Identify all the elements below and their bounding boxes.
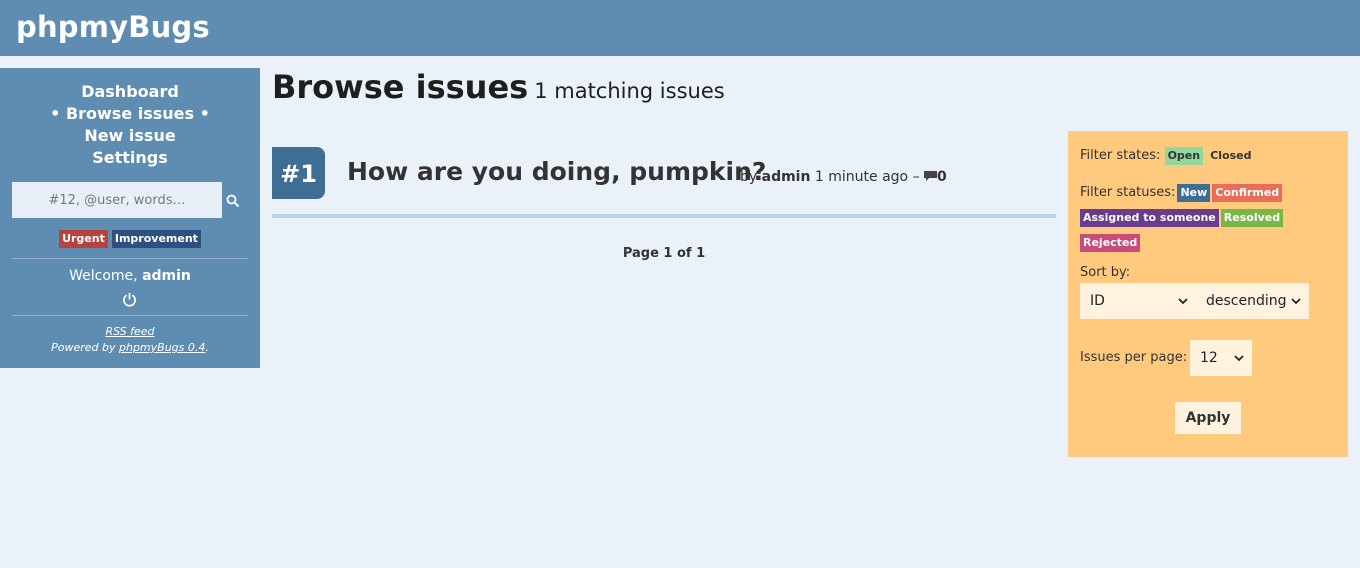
per-page-label: Issues per page:: [1080, 350, 1188, 365]
sidebar: Dashboard • Browse issues • New issue Se…: [0, 68, 260, 368]
tag-list: Urgent Improvement: [0, 230, 260, 248]
matching-count: 1 matching issues: [534, 79, 725, 103]
powered-by-text: Powered by: [51, 341, 116, 354]
by-label: by: [740, 169, 758, 185]
issue-meta: by admin 1 minute ago – 0: [740, 169, 947, 185]
nav-browse-issues[interactable]: • Browse issues •: [0, 103, 260, 125]
comment-count[interactable]: 0: [937, 169, 947, 185]
divider: [12, 315, 248, 316]
state-open[interactable]: Open: [1164, 147, 1204, 165]
page-title: Browse issues: [272, 68, 529, 106]
chevron-down-icon: [1178, 298, 1188, 305]
status-rejected[interactable]: Rejected: [1080, 234, 1141, 252]
filter-panel: Filter states: Open Closed Filter status…: [1068, 131, 1348, 457]
status-resolved[interactable]: Resolved: [1220, 209, 1284, 227]
sidebar-nav: Dashboard • Browse issues • New issue Se…: [0, 68, 260, 169]
issue-time: 1 minute ago –: [814, 169, 920, 185]
welcome-message: Welcome, admin: [0, 268, 260, 284]
sort-field-value: ID: [1090, 293, 1105, 309]
chevron-down-icon: [1291, 298, 1301, 305]
status-assigned[interactable]: Assigned to someone: [1080, 209, 1219, 227]
nav-settings[interactable]: Settings: [0, 147, 260, 169]
sort-order-value: descending: [1206, 293, 1287, 309]
per-page-value: 12: [1200, 350, 1218, 366]
search-box: [12, 182, 248, 218]
divider: [12, 258, 248, 259]
top-bar: phpmyBugs: [0, 0, 1360, 56]
state-closed[interactable]: Closed: [1207, 147, 1255, 165]
nav-dashboard[interactable]: Dashboard: [0, 81, 260, 103]
rss-feed-link[interactable]: RSS feed: [105, 325, 154, 338]
issue-divider: [272, 214, 1056, 218]
issue-author[interactable]: admin: [762, 169, 811, 185]
sort-field-select[interactable]: ID: [1080, 283, 1196, 319]
issue-title-link[interactable]: How are you doing, pumpkin?: [347, 157, 766, 186]
tag-improvement[interactable]: Improvement: [111, 230, 201, 248]
sort-label: Sort by:: [1080, 265, 1131, 280]
apply-button[interactable]: Apply: [1175, 402, 1241, 434]
search-input[interactable]: [12, 182, 222, 218]
phpmybugs-link[interactable]: phpmyBugs 0.4: [119, 341, 205, 354]
username[interactable]: admin: [142, 268, 191, 284]
search-icon[interactable]: [226, 194, 240, 208]
filter-states-label: Filter states:: [1080, 148, 1161, 163]
powered-suffix: .: [205, 341, 209, 354]
filter-statuses-label: Filter statuses:: [1080, 185, 1176, 200]
page-heading: Browse issues 1 matching issues: [272, 68, 725, 106]
chevron-down-icon: [1234, 355, 1244, 362]
welcome-prefix: Welcome,: [69, 268, 138, 284]
status-new[interactable]: New: [1177, 184, 1211, 202]
comment-icon: [924, 171, 938, 181]
issue-id-badge[interactable]: #1: [272, 147, 325, 199]
sidebar-footer: RSS feed Powered by phpmyBugs 0.4.: [0, 324, 260, 356]
tag-urgent[interactable]: Urgent: [59, 230, 108, 248]
filter-states-row: Filter states: Open Closed: [1080, 147, 1255, 165]
nav-new-issue[interactable]: New issue: [0, 125, 260, 147]
issue-row: #1 How are you doing, pumpkin? by admin …: [272, 147, 1056, 219]
status-confirmed[interactable]: Confirmed: [1212, 184, 1283, 202]
filter-statuses: Filter statuses: New Confirmed Assigned to…: [1080, 181, 1340, 256]
pagination: Page 1 of 1: [622, 246, 706, 261]
per-page-select[interactable]: 12: [1190, 340, 1252, 376]
sort-order-select[interactable]: descending: [1196, 283, 1309, 319]
app-title[interactable]: phpmyBugs: [16, 10, 210, 44]
logout-power-icon[interactable]: [122, 292, 137, 307]
